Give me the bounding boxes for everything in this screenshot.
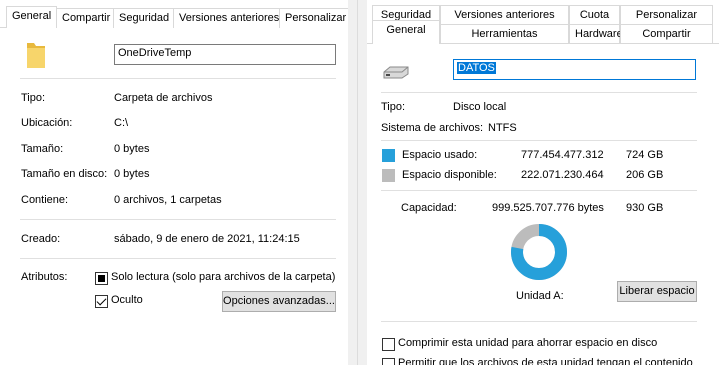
drive-properties-panel: Seguridad Versiones anteriores Cuota Per… [367,0,719,365]
drive-name-selection: DATOS [457,62,496,74]
tab-versiones-anteriores[interactable]: Versiones anteriores [440,5,569,25]
separator [381,92,697,93]
index-label: Permitir que los archivos de esta unidad… [398,357,693,365]
hidden-label: Oculto [111,294,143,306]
separator [20,258,336,259]
used-space-label: Espacio usado: [402,149,478,161]
location-value: C:\ [114,117,129,129]
size-on-disk-label: Tamaño en disco: [21,168,108,180]
used-space-gb: 724 GB [626,149,664,161]
filesystem-label: Sistema de archivos: [381,122,484,134]
location-label: Ubicación: [21,117,73,129]
tab-versiones-anteriores[interactable]: Versiones anteriores [173,8,286,28]
separator [381,321,697,322]
drive-letter-label: Unidad A: [516,290,564,302]
separator [20,219,336,220]
size-label: Tamaño: [21,143,64,155]
created-value: sábado, 9 de enero de 2021, 11:24:15 [114,233,300,245]
capacity-bytes: 999.525.707.776 bytes [492,202,604,214]
tab-hardware[interactable]: Hardware [569,24,623,44]
compress-label: Comprimir esta unidad para ahorrar espac… [398,337,658,349]
tab-personalizar[interactable]: Personalizar [279,8,348,28]
window-divider [357,0,358,365]
capacity-label: Capacidad: [401,202,457,214]
tab-compartir[interactable]: Compartir [56,8,117,28]
filesystem-value: NTFS [488,122,517,134]
type-label: Tipo: [381,101,406,113]
tab-cuota[interactable]: Cuota [569,5,620,25]
type-value: Carpeta de archivos [114,92,213,104]
attributes-label: Atributos: [21,271,68,283]
type-label: Tipo: [21,92,46,104]
hidden-checkbox[interactable] [95,295,108,308]
drive-icon [383,66,409,79]
index-checkbox[interactable] [382,358,395,365]
size-value: 0 bytes [114,143,150,155]
drive-name-field[interactable]: DATOS [453,59,696,80]
compress-checkbox[interactable] [382,338,395,351]
created-label: Creado: [21,233,61,245]
size-on-disk-value: 0 bytes [114,168,150,180]
contains-label: Contiene: [21,194,69,206]
advanced-options-button[interactable]: Opciones avanzadas... [222,291,336,312]
tab-seguridad[interactable]: Seguridad [113,8,176,28]
type-value: Disco local [453,101,507,113]
free-space-bytes: 222.071.230.464 [521,169,604,181]
disk-usage-donut [511,224,567,280]
readonly-checkbox[interactable] [95,272,108,285]
free-space-label: Espacio disponible: [402,169,497,181]
tab-herramientas[interactable]: Herramientas [440,24,569,44]
folder-icon [27,43,45,68]
free-space-swatch [382,169,395,182]
tab-general[interactable]: General [372,20,440,44]
used-space-bytes: 777.454.477.312 [521,149,604,161]
separator [381,140,697,141]
tab-personalizar[interactable]: Personalizar [620,5,713,25]
folder-properties-panel: General Compartir Seguridad Versiones an… [0,0,348,365]
separator [381,190,697,191]
tab-general[interactable]: General [6,6,58,28]
contains-value: 0 archivos, 1 carpetas [114,194,222,206]
separator [20,78,336,79]
free-up-space-button[interactable]: Liberar espacio [617,281,697,302]
free-space-gb: 206 GB [626,169,664,181]
readonly-label: Solo lectura (solo para archivos de la c… [111,271,336,283]
used-space-swatch [382,149,395,162]
folder-name-field[interactable]: OneDriveTemp [114,44,336,65]
tab-compartir[interactable]: Compartir [620,24,713,44]
capacity-gb: 930 GB [626,202,664,214]
